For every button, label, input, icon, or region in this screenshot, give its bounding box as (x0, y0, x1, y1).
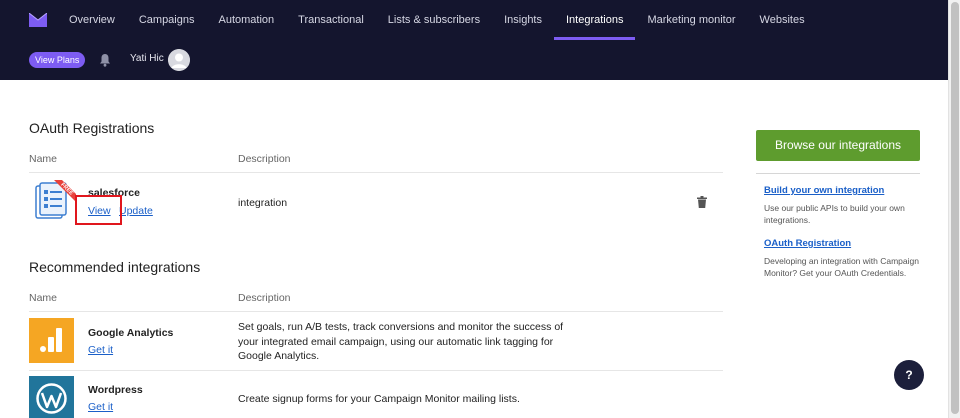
google-analytics-name: Google Analytics (88, 327, 174, 339)
oauth-col-name: Name (29, 153, 58, 165)
main-nav: Overview Campaigns Automation Transactio… (57, 0, 817, 40)
build-own-integration-text: Use our public APIs to build your own in… (764, 203, 905, 225)
recommended-header-divider (29, 311, 723, 312)
google-analytics-icon (29, 318, 74, 363)
view-link-highlight-box (75, 195, 122, 225)
campaign-monitor-logo-icon[interactable] (29, 13, 47, 27)
wordpress-get-it-link[interactable]: Get it (88, 401, 113, 413)
oauth-row-description: integration (238, 197, 288, 209)
row-divider (29, 370, 723, 371)
oauth-col-description: Description (238, 153, 291, 165)
nav-overview[interactable]: Overview (57, 0, 127, 40)
oauth-registration-text: Developing an integration with Campaign … (764, 256, 919, 278)
browse-integrations-button[interactable]: Browse our integrations (756, 130, 920, 161)
oauth-registrations-title: OAuth Registrations (29, 120, 155, 136)
nav-marketing-monitor[interactable]: Marketing monitor (635, 0, 747, 40)
nav-insights[interactable]: Insights (492, 0, 554, 40)
user-avatar-icon (168, 49, 190, 71)
scrollbar-thumb[interactable] (951, 2, 959, 414)
wordpress-icon (29, 376, 74, 418)
oauth-update-link[interactable]: Update (119, 205, 153, 217)
avatar[interactable] (168, 49, 190, 71)
nav-transactional[interactable]: Transactional (286, 0, 376, 40)
salesforce-integration-icon: FREE (35, 180, 76, 219)
nav-automation[interactable]: Automation (206, 0, 286, 40)
wordpress-name: Wordpress (88, 384, 143, 396)
bell-icon[interactable] (99, 53, 111, 67)
wordpress-description: Create signup forms for your Campaign Mo… (238, 393, 520, 405)
oauth-header-divider (29, 172, 723, 173)
sidebar-divider (756, 173, 920, 174)
oauth-registration-link[interactable]: OAuth Registration (764, 238, 851, 249)
build-own-integration-link[interactable]: Build your own integration (764, 185, 884, 196)
recommended-col-name: Name (29, 292, 58, 304)
page-scrollbar[interactable] (948, 0, 960, 418)
trash-icon[interactable] (697, 196, 707, 208)
user-name[interactable]: Yati Hic (130, 53, 164, 64)
google-analytics-description: Set goals, run A/B tests, track conversi… (238, 321, 564, 362)
help-button[interactable]: ? (894, 360, 924, 390)
google-analytics-get-it-link[interactable]: Get it (88, 344, 113, 356)
view-plans-button[interactable]: View Plans (29, 52, 86, 68)
top-navigation-bar: Overview Campaigns Automation Transactio… (0, 0, 948, 80)
nav-lists-subscribers[interactable]: Lists & subscribers (376, 0, 492, 40)
nav-campaigns[interactable]: Campaigns (127, 0, 207, 40)
nav-integrations[interactable]: Integrations (554, 0, 636, 40)
recommended-col-description: Description (238, 292, 291, 304)
nav-websites[interactable]: Websites (748, 0, 817, 40)
recommended-integrations-title: Recommended integrations (29, 259, 201, 275)
